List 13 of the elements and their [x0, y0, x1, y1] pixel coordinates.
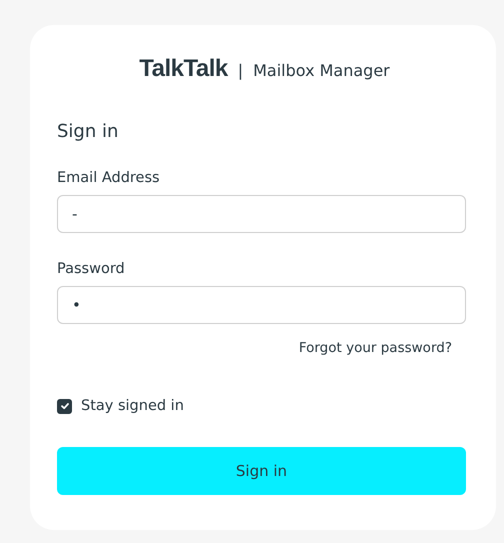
field-label: Email Address: [57, 170, 161, 186]
sign-in-button[interactable]: Sign in: [57, 447, 466, 495]
form-heading: Sign in: [57, 121, 120, 142]
input-field[interactable]: -: [57, 195, 466, 233]
field-label: Password: [57, 261, 126, 277]
check-icon: [60, 401, 70, 411]
logo: TalkTalk: [139, 55, 228, 83]
checkbox[interactable]: [57, 398, 72, 414]
app-title: Mailbox Manager: [253, 61, 390, 80]
input-field[interactable]: •: [57, 286, 466, 324]
checkbox-label: Stay signed in: [81, 398, 184, 414]
separator: |: [238, 61, 244, 80]
forgot-password-link[interactable]: Forgot your password?: [298, 340, 452, 356]
